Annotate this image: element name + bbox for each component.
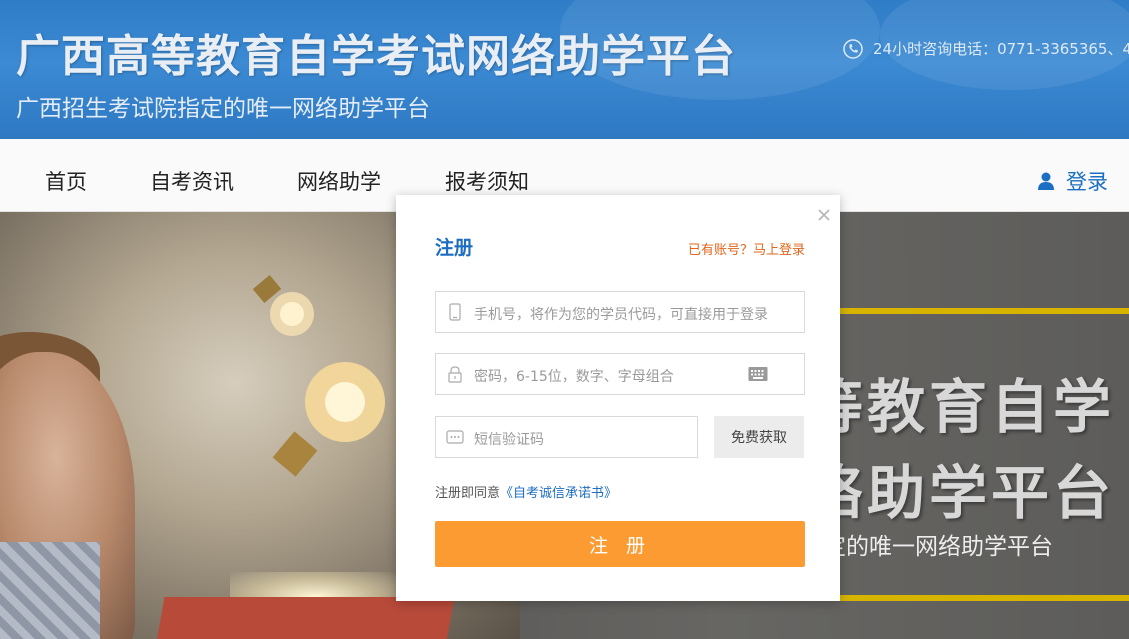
login-label: 登录 xyxy=(1066,170,1108,194)
phone-input[interactable]: 手机号，将作为您的学员代码，可直接用于登录 xyxy=(435,291,805,333)
get-sms-code-button[interactable]: 免费获取 xyxy=(714,416,804,458)
integrity-pledge-link[interactable]: 《自考诚信承诺书》 xyxy=(500,486,617,501)
login-now-link[interactable]: 已有账号？马上登录 xyxy=(688,239,805,258)
login-link[interactable]: 登录 xyxy=(1036,166,1108,196)
site-header: 广西高等教育自学考试网络助学平台 广西招生考试院指定的唯一网络助学平台 24小时… xyxy=(0,0,1129,139)
lightbulb-large-image xyxy=(272,362,385,477)
phone-icon xyxy=(843,38,863,59)
lock-icon xyxy=(448,366,462,383)
modal-title: 注册 xyxy=(435,237,474,259)
banner-title-line2: 络助学平台 xyxy=(805,459,1116,527)
nav-item-news[interactable]: 自考资讯 xyxy=(150,166,234,196)
nav-item-home[interactable]: 首页 xyxy=(45,166,87,196)
password-input[interactable]: 密码，6-15位，数字、字母组合 xyxy=(435,353,805,395)
nav-item-exam-notice[interactable]: 报考须知 xyxy=(445,166,529,196)
hotline-text: 24小时咨询电话：0771-3365365、4 xyxy=(873,40,1129,58)
open-book-image xyxy=(155,597,455,639)
site-title: 广西高等教育自学考试网络助学平台 xyxy=(16,31,736,82)
password-placeholder: 密码，6-15位，数字、字母组合 xyxy=(474,369,674,385)
register-modal: 注册 已有账号？马上登录 手机号，将作为您的学员代码，可直接用于登录 密码，6-… xyxy=(396,195,840,601)
register-submit-button[interactable]: 注 册 xyxy=(435,521,805,567)
agreement-prefix: 注册即同意 xyxy=(435,486,501,501)
nav-item-online-study[interactable]: 网络助学 xyxy=(297,166,381,196)
message-icon xyxy=(446,430,464,444)
banner-yellow-stripe xyxy=(820,308,1129,314)
site-subtitle: 广西招生考试院指定的唯一网络助学平台 xyxy=(16,96,430,122)
banner-title-line1: 等教育自学 xyxy=(805,373,1116,441)
agreement-text: 注册即同意《自考诚信承诺书》 xyxy=(435,482,617,501)
hotline: 24小时咨询电话：0771-3365365、4 xyxy=(843,38,1129,59)
sms-code-input[interactable]: 短信验证码 xyxy=(435,416,698,458)
sms-code-placeholder: 短信验证码 xyxy=(474,432,544,448)
lightbulb-small-image xyxy=(252,275,314,336)
user-icon xyxy=(1038,172,1054,190)
keyboard-icon[interactable] xyxy=(748,366,768,382)
mobile-phone-icon xyxy=(449,303,461,321)
person-shirt-image xyxy=(0,542,100,639)
phone-placeholder: 手机号，将作为您的学员代码，可直接用于登录 xyxy=(474,307,768,323)
close-icon[interactable] xyxy=(816,207,832,223)
